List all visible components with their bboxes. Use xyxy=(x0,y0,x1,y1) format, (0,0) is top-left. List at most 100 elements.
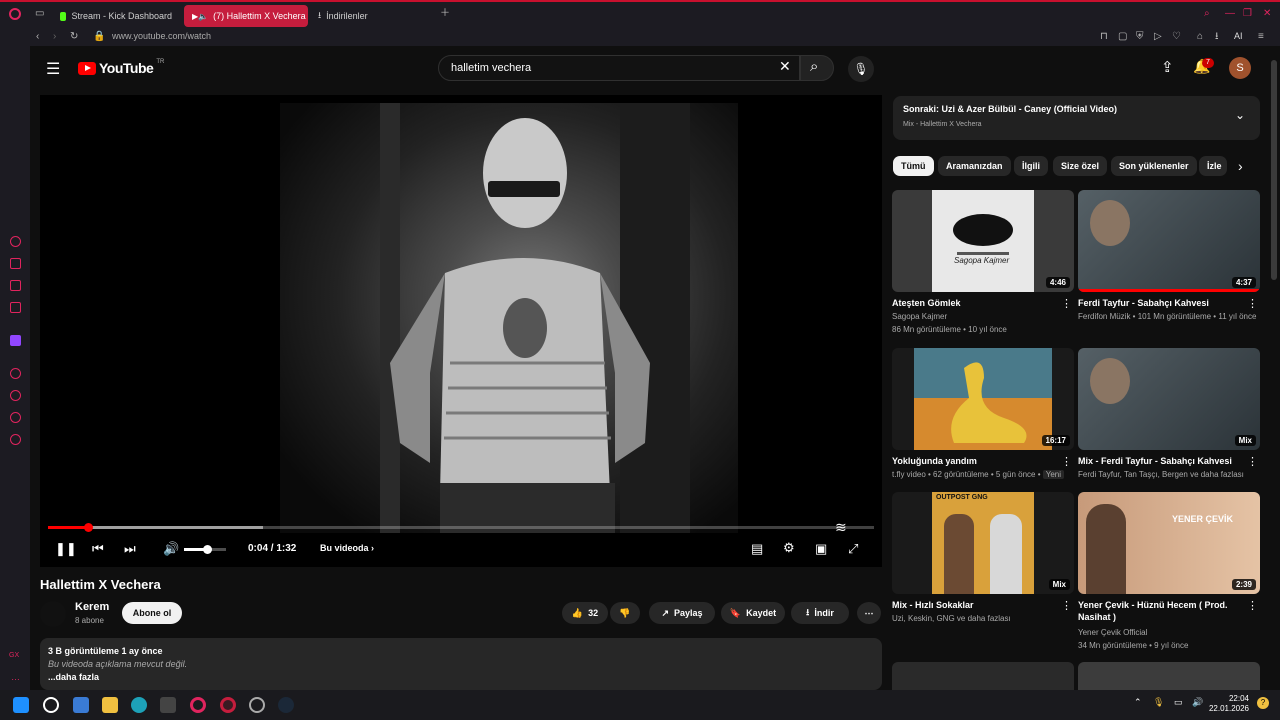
recommendation-card[interactable]: Mix Mix - Ferdi Tayfur - Sabahçı Kahvesi… xyxy=(1078,348,1260,486)
volume-tray-icon[interactable]: 🔊 xyxy=(1192,697,1203,708)
recommendation-card[interactable]: OUTPOST GNG Mix Mix - Hızlı Sokaklar Uzi… xyxy=(892,492,1074,632)
account-icon[interactable]: ⌂ xyxy=(1197,31,1203,43)
more-icon[interactable]: … xyxy=(11,672,20,682)
menu-icon[interactable]: ≡ xyxy=(1258,31,1264,43)
tab-downloads[interactable]: ⭳ İndirilenler xyxy=(310,5,390,27)
help-icon[interactable]: ? xyxy=(1257,697,1269,709)
card-channel[interactable]: t.fly video • 62 görüntüleme • 5 gün önc… xyxy=(892,470,1065,479)
thumbnail[interactable]: 4:37 xyxy=(1078,190,1260,292)
new-tab-icon[interactable]: ＋ xyxy=(440,8,450,20)
clear-search-icon[interactable]: ✕ xyxy=(779,58,791,75)
card-title[interactable]: Yener Çevik - Hüznü Hecem ( Prod. Nasiha… xyxy=(1078,599,1248,623)
thumbnail[interactable]: Sagopa Kajmer 4:46 xyxy=(892,190,1074,292)
history-icon[interactable] xyxy=(10,390,21,401)
minimize-icon[interactable]: — xyxy=(1225,8,1235,20)
microphone-tray-icon[interactable]: 🎙 xyxy=(1153,697,1164,708)
like-button[interactable]: 👍 32 xyxy=(562,602,608,624)
chips-next-icon[interactable]: › xyxy=(1238,158,1243,174)
more-dots-icon[interactable]: ⋮ xyxy=(1061,455,1072,468)
opera-icon[interactable] xyxy=(190,697,206,713)
thumbnail-partial[interactable] xyxy=(1078,662,1260,690)
show-more-link[interactable]: ...daha fazla xyxy=(48,672,874,682)
ai-button[interactable]: AI xyxy=(1234,31,1243,41)
chip-from-search[interactable]: Aramanızdan xyxy=(938,156,1011,176)
search-input[interactable]: halletim vechera xyxy=(438,55,800,81)
settings-gear-icon[interactable]: ⚙ xyxy=(783,540,795,556)
chip-related[interactable]: İlgili xyxy=(1014,156,1048,176)
video-player[interactable] xyxy=(40,95,882,567)
card-title[interactable]: Ateşten Gömlek xyxy=(892,297,1062,309)
dislike-button[interactable]: 👎 xyxy=(610,602,640,624)
youtube-logo[interactable]: YouTube TR xyxy=(78,59,164,76)
tray-chevron-up-icon[interactable]: ⌃ xyxy=(1134,697,1142,708)
thumbnail[interactable]: Mix xyxy=(1078,348,1260,450)
chevron-down-icon[interactable]: ⌄ xyxy=(1235,108,1245,122)
settings-icon[interactable] xyxy=(10,434,21,445)
windows-start-icon[interactable] xyxy=(13,697,29,713)
chip-recent[interactable]: Son yüklenenler xyxy=(1111,156,1197,176)
more-dots-icon[interactable]: ⋮ xyxy=(1247,297,1258,310)
thumbnail[interactable]: 16:17 xyxy=(892,348,1074,450)
card-channel[interactable]: Sagopa Kajmer xyxy=(892,312,947,321)
card-title[interactable]: Mix - Hızlı Sokaklar xyxy=(892,599,1062,611)
chapter-button[interactable]: Bu videoda › xyxy=(320,543,374,553)
more-dots-icon[interactable]: ⋮ xyxy=(1247,599,1258,612)
gx-corner-icon[interactable] xyxy=(10,280,21,291)
channel-name[interactable]: Kerem xyxy=(75,601,109,613)
card-title[interactable]: Yokluğunda yandım xyxy=(892,455,1062,467)
card-title[interactable]: Mix - Ferdi Tayfur - Sabahçı Kahvesi xyxy=(1078,455,1248,467)
upload-icon[interactable]: ⇪ xyxy=(1161,58,1174,76)
page-scrollbar[interactable] xyxy=(1271,60,1277,280)
messenger-icon[interactable] xyxy=(10,236,21,247)
card-channel[interactable]: Uzi, Keskin, GNG ve daha fazlası xyxy=(892,614,1011,623)
recommendation-card[interactable]: YENER ÇEVİK 2:39 Yener Çevik - Hüznü Hec… xyxy=(1078,492,1260,652)
gx-icon[interactable]: GX xyxy=(9,652,19,659)
volume-slider-handle[interactable] xyxy=(203,545,212,554)
back-icon[interactable]: ‹ xyxy=(36,31,39,43)
card-channel[interactable]: Ferdi Tayfur, Tan Taşçı, Bergen ve daha … xyxy=(1078,470,1244,479)
recommendation-card[interactable]: 16:17 Yokluğunda yandım t.fly video • 62… xyxy=(892,348,1074,486)
discord-icon[interactable] xyxy=(10,258,21,269)
edge-icon[interactable] xyxy=(131,697,147,713)
chip-all[interactable]: Tümü xyxy=(893,156,934,176)
restore-icon[interactable]: ❐ xyxy=(1243,8,1252,20)
progress-scrubber-handle[interactable] xyxy=(84,523,93,532)
url-field[interactable]: www.youtube.com/watch xyxy=(112,31,211,41)
download-button[interactable]: ⭳ İndir xyxy=(791,602,849,624)
search-button[interactable]: ⌕ xyxy=(800,55,834,81)
recommendation-card[interactable]: Sagopa Kajmer 4:46 Ateşten Gömlek Sagopa… xyxy=(892,190,1074,340)
save-button[interactable]: 🔖 Kaydet xyxy=(721,602,785,624)
hamburger-menu-icon[interactable]: ☰ xyxy=(46,59,60,79)
avatar[interactable]: S xyxy=(1229,57,1251,79)
more-dots-icon[interactable]: ⋮ xyxy=(1061,599,1072,612)
chip-watched[interactable]: İzle xyxy=(1199,156,1227,176)
thumbnail[interactable]: OUTPOST GNG Mix xyxy=(892,492,1074,594)
thumbnail-partial[interactable] xyxy=(892,662,1074,690)
volume-slider-track[interactable] xyxy=(184,545,226,554)
channel-avatar[interactable] xyxy=(40,601,66,627)
card-channel[interactable]: Yener Çevik Official xyxy=(1078,628,1147,637)
taskbar-clock[interactable]: 22:04 22.01.2026 xyxy=(1205,694,1249,714)
card-title[interactable]: Ferdi Tayfur - Sabahçı Kahvesi xyxy=(1078,297,1248,309)
opera-logo-icon[interactable] xyxy=(9,8,21,20)
extensions-icon[interactable] xyxy=(10,412,21,423)
twitch-icon[interactable] xyxy=(10,335,21,346)
next-icon[interactable]: ⏭ xyxy=(124,541,136,557)
download-icon[interactable]: ⭳ xyxy=(1215,31,1219,43)
forward-icon[interactable]: › xyxy=(53,31,56,43)
play-icon[interactable]: ▷ xyxy=(1154,31,1162,43)
tab-youtube-video[interactable]: ▶🔈 (7) Hallettim X Vechera xyxy=(184,5,308,27)
chip-for-you[interactable]: Size özel xyxy=(1053,156,1108,176)
recommendation-card[interactable]: 4:37 Ferdi Tayfur - Sabahçı Kahvesi Ferd… xyxy=(1078,190,1260,340)
app-icon[interactable] xyxy=(249,697,265,713)
more-dots-icon[interactable]: ⋮ xyxy=(1247,455,1258,468)
snapshot-icon[interactable]: ▢ xyxy=(1118,31,1127,43)
reload-icon[interactable]: ↻ xyxy=(70,31,78,43)
network-icon[interactable]: ▭ xyxy=(1174,697,1183,708)
file-explorer-icon[interactable] xyxy=(102,697,118,713)
search-icon[interactable] xyxy=(43,697,59,713)
description-box[interactable]: 3 B görüntüleme 1 ay önce Bu videoda açı… xyxy=(40,638,882,690)
pin-icon[interactable]: ⊓ xyxy=(1100,31,1108,43)
share-button[interactable]: ↗ Paylaş xyxy=(649,602,715,624)
shield-icon[interactable]: ⛨ xyxy=(1136,31,1144,43)
